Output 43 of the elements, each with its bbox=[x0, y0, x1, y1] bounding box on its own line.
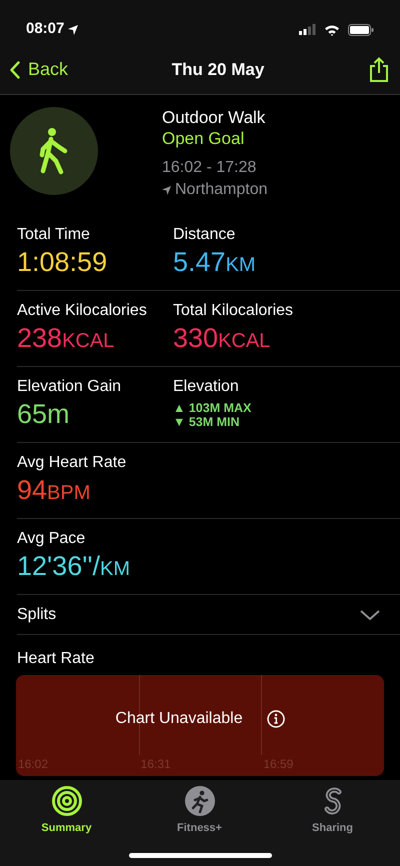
metric-label: Avg Heart Rate bbox=[17, 453, 128, 473]
status-time: 08:07 bbox=[26, 19, 64, 40]
share-button[interactable] bbox=[368, 56, 390, 82]
workout-name: Outdoor Walk bbox=[162, 107, 266, 128]
metric-value: 94BPM bbox=[17, 474, 92, 507]
workout-location: Northampton bbox=[175, 180, 268, 200]
metric-label: Elevation Gain bbox=[17, 377, 122, 397]
metric-value: 12'36''/KM bbox=[17, 550, 132, 583]
tab-item[interactable]: Summary bbox=[0, 780, 133, 866]
metric-label: Distance bbox=[173, 225, 236, 245]
metric-label: Total Kilocalories bbox=[173, 301, 294, 321]
metric-value: 330KCAL bbox=[173, 322, 272, 355]
tab-item[interactable]: Sharing bbox=[266, 780, 399, 866]
metric-value: 5.47KM bbox=[173, 246, 257, 279]
chart-unavailable-text: Chart Unavailable bbox=[115, 709, 243, 729]
workout-goal: Open Goal bbox=[162, 128, 246, 149]
metric-value: 1:08:59 bbox=[17, 246, 108, 279]
runner-icon bbox=[184, 786, 214, 816]
metric-label: Active Kilocalories bbox=[17, 301, 148, 321]
back-button[interactable]: Back bbox=[10, 56, 68, 83]
chevron-left-icon bbox=[10, 60, 20, 78]
share-icon bbox=[368, 56, 390, 82]
info-icon[interactable] bbox=[266, 710, 285, 728]
splits-label: Splits bbox=[17, 604, 56, 624]
walking-person-icon bbox=[39, 127, 69, 175]
location-arrow-icon bbox=[68, 24, 78, 34]
sharing-icon bbox=[322, 786, 342, 816]
splits-row[interactable]: Splits bbox=[17, 595, 400, 635]
battery-icon bbox=[348, 24, 374, 36]
metric-label: Total Time bbox=[17, 225, 91, 245]
heart-rate-label: Heart Rate bbox=[16, 649, 96, 669]
metric-value: 65m bbox=[17, 398, 71, 431]
wifi-icon bbox=[324, 24, 340, 36]
metric-value: 238KCAL bbox=[17, 322, 116, 355]
location-arrow-icon bbox=[162, 186, 171, 194]
elevation-max: ▲ 103M MAX bbox=[173, 401, 252, 415]
metric-label: Elevation bbox=[173, 377, 240, 397]
elevation-min: ▼ 53M MIN bbox=[173, 415, 241, 429]
rings-icon bbox=[52, 786, 82, 816]
metric-label: Avg Pace bbox=[17, 529, 86, 549]
workout-time-range: 16:02 - 17:28 bbox=[162, 158, 258, 178]
nav-title: Thu 20 May bbox=[172, 58, 264, 81]
signal-icon bbox=[299, 24, 316, 35]
